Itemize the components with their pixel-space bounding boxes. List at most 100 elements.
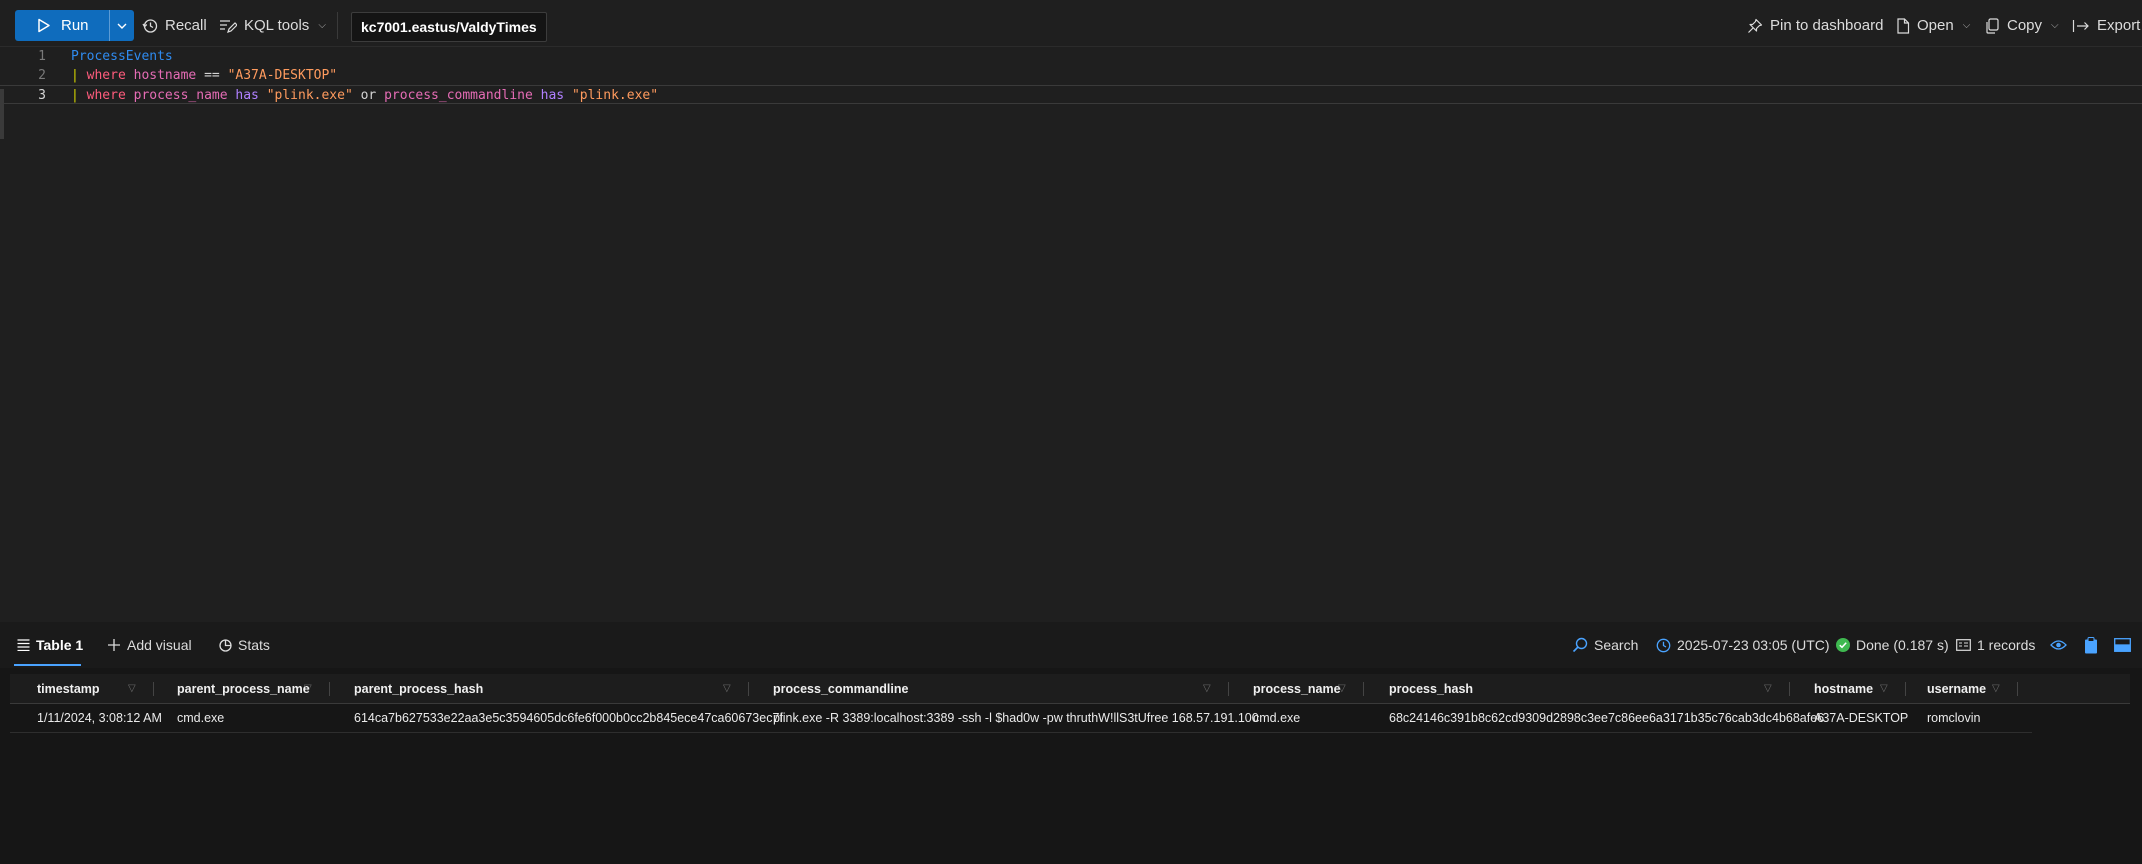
header-label: parent_process_name bbox=[177, 682, 310, 696]
column-token: process_name bbox=[133, 88, 228, 103]
keyword-token: where bbox=[86, 68, 126, 83]
string-token: "plink.exe" bbox=[266, 88, 353, 103]
chevron-down-icon: ⌵ bbox=[1962, 20, 1971, 31]
header-label: process_commandline bbox=[773, 682, 909, 696]
tab-label: Stats bbox=[238, 637, 270, 653]
recall-button[interactable]: Recall bbox=[142, 10, 207, 41]
copy-menu[interactable]: Copy ⌵ bbox=[1985, 10, 2059, 41]
layout-toggle-button[interactable] bbox=[2114, 634, 2131, 656]
line-number: 1 bbox=[38, 49, 46, 64]
column-resizer[interactable] bbox=[1363, 682, 1364, 696]
export-label: Export bbox=[2097, 17, 2141, 34]
split-view-icon bbox=[2114, 638, 2131, 652]
column-resizer[interactable] bbox=[1905, 682, 1906, 696]
column-resizer[interactable] bbox=[748, 682, 749, 696]
table-icon bbox=[17, 639, 30, 651]
copy-label: Copy bbox=[2007, 17, 2043, 34]
editor-line-active: 3 | where process_name has "plink.exe" o… bbox=[0, 85, 2142, 104]
header-label: timestamp bbox=[37, 682, 100, 696]
pin-label: Pin to dashboard bbox=[1770, 17, 1884, 34]
column-header-hostname[interactable]: hostname bbox=[1810, 674, 1910, 704]
filter-icon[interactable]: ▽ bbox=[1992, 683, 2002, 695]
query-status: Done (0.187 s) bbox=[1836, 634, 1949, 656]
keyword-token: where bbox=[86, 88, 126, 103]
search-results-button[interactable]: Search bbox=[1572, 634, 1638, 656]
tab-table-1[interactable]: Table 1 bbox=[17, 634, 83, 656]
filter-icon[interactable]: ▽ bbox=[1764, 683, 1774, 695]
editor-line: 2 | where hostname == "A37A-DESKTOP" bbox=[0, 66, 2142, 85]
filter-icon[interactable]: ▽ bbox=[723, 683, 733, 695]
run-label: Run bbox=[61, 17, 89, 34]
cell-process-name: cmd.exe bbox=[1253, 711, 1301, 725]
header-label: username bbox=[1927, 682, 1987, 696]
string-token: "A37A-DESKTOP" bbox=[227, 68, 338, 83]
code-text: | where process_name has "plink.exe" or … bbox=[71, 86, 658, 105]
column-header-parent-process-hash[interactable]: parent_process_hash bbox=[350, 674, 750, 704]
column-header-process-name[interactable]: process_name bbox=[1249, 674, 1369, 704]
editor-line: 1 ProcessEvents bbox=[0, 47, 2142, 66]
run-options-dropdown[interactable] bbox=[108, 10, 134, 41]
run-button[interactable]: Run bbox=[15, 10, 109, 41]
cluster-database-selector[interactable]: kc7001.eastus/ValdyTimes bbox=[351, 12, 547, 42]
copy-icon bbox=[1985, 17, 2000, 34]
cell-hostname: A37A-DESKTOP bbox=[1814, 711, 1909, 725]
filter-icon[interactable]: ▽ bbox=[1880, 683, 1890, 695]
toolbar-divider bbox=[337, 12, 338, 39]
clipboard-icon bbox=[2084, 636, 2098, 654]
column-header-username[interactable]: username bbox=[1923, 674, 2023, 704]
header-label: parent_process_hash bbox=[354, 682, 484, 696]
search-label: Search bbox=[1594, 637, 1639, 653]
active-tab-indicator bbox=[14, 664, 81, 666]
header-label: hostname bbox=[1814, 682, 1874, 696]
operator-token: or bbox=[360, 88, 377, 103]
cluster-label: kc7001.eastus/ValdyTimes bbox=[361, 19, 537, 35]
kql-tools-menu[interactable]: KQL tools ⌵ bbox=[219, 10, 326, 41]
cell-username: romclovin bbox=[1927, 711, 1981, 725]
operator-token: == bbox=[204, 68, 220, 83]
eye-icon bbox=[2050, 639, 2067, 651]
pipe-token: | bbox=[71, 68, 79, 83]
results-panel: Table 1 Add visual Stats Search 2025-07-… bbox=[0, 622, 2142, 864]
history-icon bbox=[142, 18, 158, 34]
line-number: 3 bbox=[38, 88, 46, 103]
code-text: ProcessEvents bbox=[71, 47, 173, 66]
filter-icon[interactable]: ▽ bbox=[1203, 683, 1213, 695]
header-label: process_name bbox=[1253, 682, 1341, 696]
line-number: 2 bbox=[38, 68, 46, 83]
chevron-down-icon bbox=[117, 23, 127, 29]
tab-stats[interactable]: Stats bbox=[219, 634, 270, 656]
filter-icon[interactable]: ▽ bbox=[304, 683, 314, 695]
records-text: 1 records bbox=[1977, 637, 2036, 653]
open-label: Open bbox=[1917, 17, 1954, 34]
cell-process-hash: 68c24146c391b8c62cd9309d2898c3ee7c86ee6a… bbox=[1389, 711, 1825, 725]
column-resizer[interactable] bbox=[1789, 682, 1790, 696]
filter-icon[interactable]: ▽ bbox=[1338, 683, 1348, 695]
column-resizer[interactable] bbox=[2017, 682, 2018, 696]
column-resizer[interactable] bbox=[153, 682, 154, 696]
column-header-timestamp[interactable]: timestamp bbox=[33, 674, 163, 704]
column-resizer[interactable] bbox=[1228, 682, 1229, 696]
column-header-process-hash[interactable]: process_hash bbox=[1385, 674, 1785, 704]
records-icon bbox=[1956, 639, 1971, 651]
open-menu[interactable]: Open ⌵ bbox=[1896, 10, 1970, 41]
view-toggle-button[interactable] bbox=[2050, 634, 2067, 656]
cell-parent-process-name: cmd.exe bbox=[177, 711, 225, 725]
header-label: process_hash bbox=[1389, 682, 1474, 696]
tab-label: Table 1 bbox=[36, 637, 84, 653]
timestamp-text: 2025-07-23 03:05 (UTC) bbox=[1677, 637, 1830, 653]
column-resizer[interactable] bbox=[329, 682, 330, 696]
play-icon bbox=[37, 18, 51, 33]
filter-icon[interactable]: ▽ bbox=[128, 683, 138, 695]
cell-timestamp: 1/11/2024, 3:08:12 AM bbox=[37, 711, 162, 725]
table-row[interactable]: 1/11/2024, 3:08:12 AM cmd.exe 614ca7b627… bbox=[10, 705, 2032, 733]
query-editor[interactable]: 1 ProcessEvents 2 | where hostname == "A… bbox=[0, 47, 2142, 622]
done-text: Done (0.187 s) bbox=[1856, 637, 1949, 653]
cell-parent-process-hash: 614ca7b627533e22aa3e5c3594605dc6fe6f000b… bbox=[354, 711, 783, 725]
tab-add-visual[interactable]: Add visual bbox=[107, 634, 192, 656]
clipboard-button[interactable] bbox=[2084, 634, 2098, 656]
export-button[interactable]: Export bbox=[2072, 10, 2140, 41]
pin-to-dashboard-button[interactable]: Pin to dashboard bbox=[1747, 10, 1883, 41]
chevron-down-icon: ⌵ bbox=[318, 20, 326, 31]
column-header-parent-process-name[interactable]: parent_process_name bbox=[173, 674, 343, 704]
column-header-process-commandline[interactable]: process_commandline bbox=[769, 674, 1229, 704]
